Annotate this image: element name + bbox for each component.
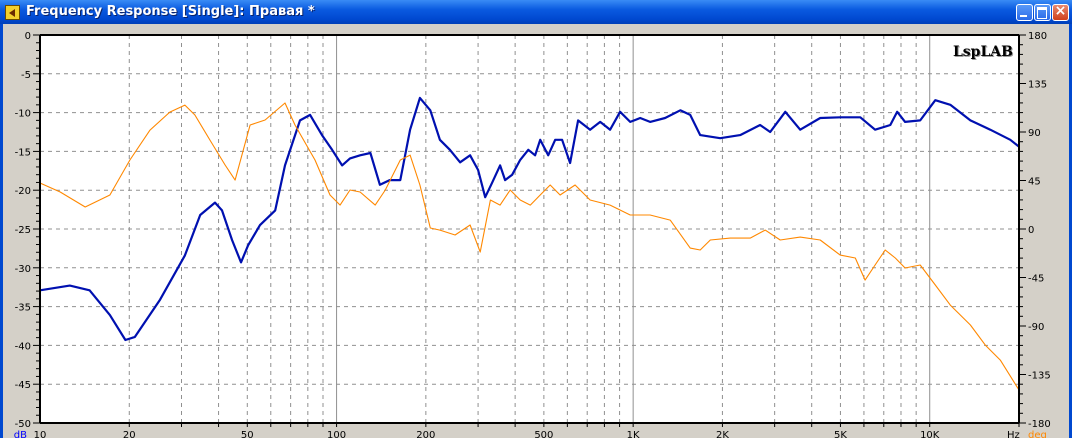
window-title: Frequency Response [Single]: Правая * bbox=[26, 4, 315, 19]
y-right-tick-label: -45 bbox=[1028, 274, 1044, 285]
title-bar: Frequency Response [Single]: Правая * × bbox=[0, 0, 1072, 24]
y-right-tick-label: -90 bbox=[1028, 322, 1044, 333]
x-tick-label: 1K bbox=[627, 430, 640, 438]
y-right-tick-label: 90 bbox=[1028, 128, 1041, 139]
y-left-tick-label: -30 bbox=[15, 264, 31, 275]
y-left-tick-label: -10 bbox=[15, 109, 31, 120]
window-frame: 0 -5 -10 -15 -20 -25 -30 -35 -40 -45 -50 180 135 90 45… bbox=[0, 24, 1072, 438]
x-tick-label: 50 bbox=[241, 430, 254, 438]
y-left-tick-label: -25 bbox=[15, 225, 31, 236]
y-left-tick-label: -40 bbox=[15, 341, 31, 352]
y-left-tick-label: -5 bbox=[21, 70, 31, 81]
y-right-tick-label: -135 bbox=[1028, 371, 1051, 382]
y-right-axis-label: deg bbox=[1028, 430, 1047, 438]
x-tick-label: 5K bbox=[834, 430, 847, 438]
y-right-tick-label: 135 bbox=[1028, 80, 1047, 91]
maximize-button[interactable] bbox=[1034, 4, 1051, 21]
y-left-axis-label: dB bbox=[14, 430, 27, 438]
x-tick-label: 500 bbox=[534, 430, 553, 438]
x-tick-label: 200 bbox=[416, 430, 435, 438]
minimize-button[interactable] bbox=[1016, 4, 1033, 21]
watermark-logo: LspLAB bbox=[953, 44, 1013, 60]
close-icon: × bbox=[1054, 3, 1067, 19]
x-tick-label: 10K bbox=[920, 430, 940, 438]
y-right-tick-label: 180 bbox=[1028, 31, 1047, 42]
minimize-icon bbox=[1020, 15, 1027, 17]
y-right-tick-label: 45 bbox=[1028, 177, 1041, 188]
y-right-tick-label: -180 bbox=[1028, 419, 1051, 430]
y-left-tick-label: -35 bbox=[15, 303, 31, 314]
x-tick-label: 20 bbox=[123, 430, 136, 438]
y-left-tick-label: -20 bbox=[15, 186, 31, 197]
y-left-tick-label: 0 bbox=[25, 31, 31, 42]
frequency-response-chart: 0 -5 -10 -15 -20 -25 -30 -35 -40 -45 -50 180 135 90 45… bbox=[14, 31, 1051, 438]
y-left-tick-label: -15 bbox=[15, 147, 31, 158]
y-right-tick-label: 0 bbox=[1028, 225, 1034, 236]
y-left-tick-label: -45 bbox=[15, 380, 31, 391]
speaker-app-icon bbox=[5, 5, 20, 20]
x-tick-label: 10 bbox=[34, 430, 47, 438]
x-tick-label: 100 bbox=[327, 430, 346, 438]
y-left-tick-label: -50 bbox=[15, 419, 31, 430]
x-axis-label: Hz bbox=[1007, 430, 1020, 438]
close-button[interactable]: × bbox=[1052, 3, 1069, 21]
x-tick-label: 2K bbox=[716, 430, 729, 438]
maximize-icon bbox=[1037, 7, 1047, 19]
